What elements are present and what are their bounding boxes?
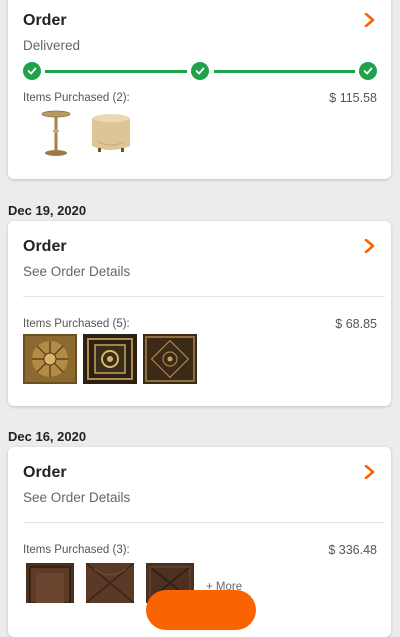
chevron-right-icon[interactable] (363, 465, 377, 479)
product-thumbnail-ceiling-tile[interactable] (143, 334, 197, 384)
product-thumbnail-side-table[interactable] (38, 109, 74, 159)
progress-step-check-icon (359, 62, 377, 80)
items-purchased-label: Items Purchased (5): (23, 318, 130, 330)
progress-bar-segment (45, 70, 187, 73)
order-status: Delivered (23, 38, 81, 53)
product-thumbnail-ceiling-tile[interactable] (83, 334, 137, 384)
order-total: $ 68.85 (335, 317, 377, 331)
order-card-delivered[interactable]: Order Delivered Items Purchased (2): $ 1… (8, 0, 391, 179)
order-date-header: Dec 19, 2020 (8, 203, 87, 218)
divider (23, 522, 385, 523)
items-purchased-label: Items Purchased (2): (23, 92, 130, 104)
product-thumbnail-leather-tile[interactable] (26, 563, 74, 603)
order-title: Order (23, 464, 67, 481)
order-total: $ 115.58 (329, 91, 377, 105)
chevron-right-icon[interactable] (363, 13, 377, 27)
see-order-details-link[interactable]: See Order Details (23, 264, 130, 279)
product-thumbnail-ceiling-tile[interactable] (23, 334, 77, 384)
product-thumbnail-leather-tile[interactable] (86, 563, 134, 603)
order-date-header: Dec 16, 2020 (8, 429, 87, 444)
floating-action-button[interactable] (146, 590, 256, 630)
order-card[interactable]: Order See Order Details Items Purchased … (8, 221, 391, 406)
order-title: Order (23, 238, 67, 255)
items-purchased-label: Items Purchased (3): (23, 544, 130, 556)
see-order-details-link[interactable]: See Order Details (23, 490, 130, 505)
chevron-right-icon[interactable] (363, 239, 377, 253)
divider (23, 296, 385, 297)
progress-bar-segment (214, 70, 355, 73)
progress-step-check-icon (23, 62, 41, 80)
progress-step-check-icon (191, 62, 209, 80)
order-title: Order (23, 12, 67, 29)
delivery-progress (23, 62, 377, 80)
product-thumbnail-ottoman[interactable] (88, 112, 134, 156)
order-total: $ 336.48 (328, 543, 377, 557)
